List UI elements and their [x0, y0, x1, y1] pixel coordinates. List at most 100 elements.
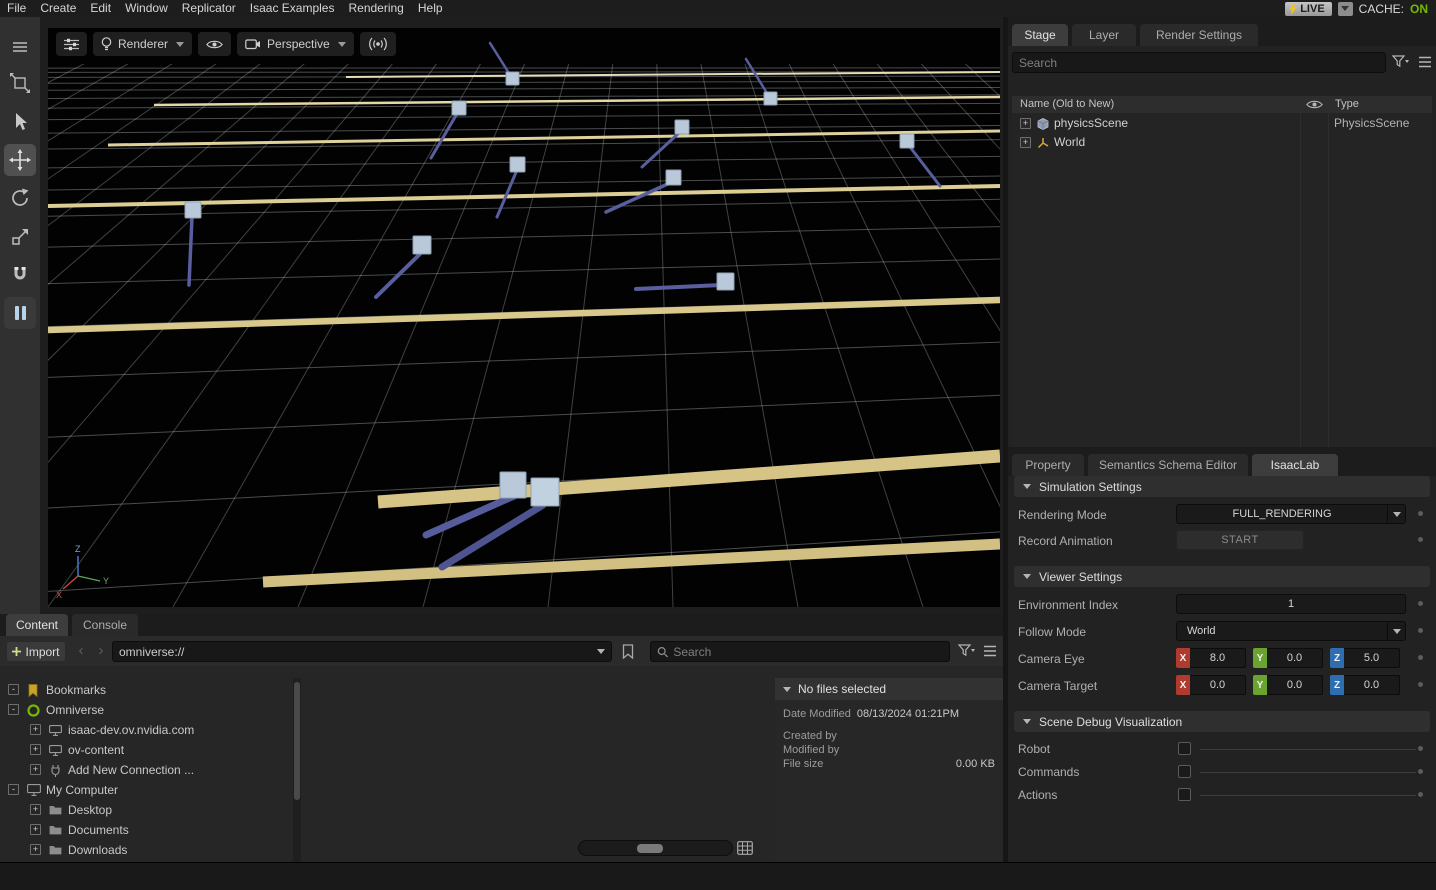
path-input[interactable] [119, 645, 591, 659]
scrollbar-thumb[interactable] [294, 682, 300, 800]
tree-item-ov-content[interactable]: + ov-content [0, 740, 292, 760]
live-button[interactable]: LIVE [1285, 2, 1331, 16]
camera-eye-z[interactable]: 5.0 [1344, 648, 1400, 668]
filter-icon[interactable] [958, 644, 976, 658]
expand-icon[interactable]: + [30, 744, 41, 755]
options-icon[interactable] [1418, 56, 1432, 68]
move-tool-button[interactable] [4, 144, 36, 176]
camera-dropdown[interactable]: Perspective [237, 32, 354, 56]
reset-indicator[interactable] [1418, 511, 1423, 516]
content-search-input[interactable] [673, 645, 943, 659]
viewport-canvas[interactable]: Z Y X Renderer [48, 28, 1000, 607]
viewport-settings-button[interactable] [56, 32, 87, 56]
forward-button[interactable]: › [92, 640, 110, 662]
toolbar-menu-button[interactable] [4, 31, 36, 63]
tree-item-documents[interactable]: + Documents [0, 820, 292, 840]
rendering-mode-dropdown[interactable]: FULL_RENDERING [1176, 504, 1406, 524]
tab-stage[interactable]: Stage [1012, 24, 1068, 46]
tree-scrollbar[interactable] [293, 678, 301, 862]
actions-checkbox[interactable] [1178, 788, 1191, 801]
menu-edit[interactable]: Edit [83, 0, 118, 17]
reset-indicator[interactable] [1418, 682, 1423, 687]
tab-semantics-schema-editor[interactable]: Semantics Schema Editor [1088, 454, 1248, 476]
commands-checkbox[interactable] [1178, 765, 1191, 778]
tab-layer[interactable]: Layer [1072, 24, 1136, 46]
environment-index-field[interactable]: 1 [1176, 594, 1406, 614]
robot-checkbox[interactable] [1178, 742, 1191, 755]
live-dropdown-caret[interactable] [1338, 2, 1353, 16]
tab-render-settings[interactable]: Render Settings [1140, 24, 1258, 46]
visibility-column-icon[interactable] [1306, 99, 1323, 110]
expand-icon[interactable]: - [8, 704, 19, 715]
tree-item-desktop[interactable]: + Desktop [0, 800, 292, 820]
expand-icon[interactable]: + [30, 804, 41, 815]
grid-view-icon[interactable] [737, 841, 753, 855]
section-simulation-settings[interactable]: Simulation Settings [1014, 476, 1430, 497]
stage-row-world[interactable]: + World [1012, 133, 1432, 152]
reset-indicator[interactable] [1418, 769, 1423, 774]
column-name[interactable]: Name (Old to New) [1020, 98, 1114, 110]
menu-isaac-examples[interactable]: Isaac Examples [243, 0, 342, 17]
section-viewer-settings[interactable]: Viewer Settings [1014, 566, 1430, 587]
reset-indicator[interactable] [1418, 792, 1423, 797]
tab-isaaclab[interactable]: IsaacLab [1252, 454, 1338, 476]
expand-icon[interactable]: - [8, 684, 19, 695]
tab-console[interactable]: Console [72, 614, 138, 636]
select-tool-button[interactable] [4, 105, 36, 137]
tree-item-downloads[interactable]: + Downloads [0, 840, 292, 860]
filter-icon[interactable] [1392, 55, 1410, 69]
expand-icon[interactable]: - [8, 784, 19, 795]
stage-row-physicsscene[interactable]: + physicsScene PhysicsScene [1012, 114, 1432, 133]
reset-indicator[interactable] [1418, 628, 1423, 633]
tree-item-bookmarks[interactable]: - Bookmarks [0, 680, 292, 700]
expand-icon[interactable]: + [30, 724, 41, 735]
camera-target-y[interactable]: 0.0 [1267, 675, 1323, 695]
reset-indicator[interactable] [1418, 601, 1423, 606]
snap-tool-button[interactable] [4, 259, 36, 291]
renderer-dropdown[interactable]: Renderer [93, 32, 192, 56]
expand-icon[interactable]: + [1020, 118, 1031, 129]
menu-file[interactable]: File [0, 0, 33, 17]
column-type[interactable]: Type [1335, 98, 1359, 110]
expand-icon[interactable]: + [30, 844, 41, 855]
menu-create[interactable]: Create [33, 0, 83, 17]
reset-indicator[interactable] [1418, 537, 1423, 542]
chevron-down-icon[interactable] [597, 649, 605, 654]
menu-replicator[interactable]: Replicator [175, 0, 243, 17]
live-sync-button[interactable] [360, 32, 396, 56]
bookmark-icon[interactable] [622, 644, 634, 659]
thumbnail-size-slider[interactable] [578, 840, 733, 856]
camera-target-z[interactable]: 0.0 [1344, 675, 1400, 695]
tree-item-omniverse[interactable]: - Omniverse [0, 700, 292, 720]
expand-icon[interactable]: + [30, 824, 41, 835]
menu-help[interactable]: Help [411, 0, 450, 17]
menu-rendering[interactable]: Rendering [341, 0, 410, 17]
tab-content[interactable]: Content [6, 614, 68, 636]
start-record-button[interactable]: START [1176, 530, 1304, 550]
scale-tool-button[interactable] [4, 220, 36, 252]
back-button[interactable]: ‹ [72, 640, 90, 662]
visibility-button[interactable] [198, 32, 231, 56]
content-search[interactable] [650, 641, 950, 662]
import-button[interactable]: Import [6, 641, 66, 662]
expand-icon[interactable]: + [1020, 137, 1031, 148]
reset-indicator[interactable] [1418, 746, 1423, 751]
rotate-tool-button[interactable] [4, 182, 36, 214]
camera-target-x[interactable]: 0.0 [1190, 675, 1246, 695]
camera-eye-y[interactable]: 0.0 [1267, 648, 1323, 668]
tree-item-isaac-dev[interactable]: + isaac-dev.ov.nvidia.com [0, 720, 292, 740]
expand-icon[interactable]: + [30, 764, 41, 775]
transform-space-button[interactable] [4, 67, 36, 99]
menu-window[interactable]: Window [118, 0, 175, 17]
pause-simulation-button[interactable] [4, 297, 36, 329]
section-scene-debug-visualization[interactable]: Scene Debug Visualization [1014, 711, 1430, 732]
tree-item-add-new-connection[interactable]: + Add New Connection ... [0, 760, 292, 780]
path-bar[interactable] [112, 641, 612, 662]
view-options-icon[interactable] [983, 645, 997, 657]
stage-search-input[interactable] [1019, 56, 1379, 70]
tab-property[interactable]: Property [1012, 454, 1084, 476]
camera-eye-x[interactable]: 8.0 [1190, 648, 1246, 668]
stage-search[interactable] [1012, 52, 1386, 73]
follow-mode-dropdown[interactable]: World [1176, 621, 1406, 641]
tree-item-my-computer[interactable]: - My Computer [0, 780, 292, 800]
